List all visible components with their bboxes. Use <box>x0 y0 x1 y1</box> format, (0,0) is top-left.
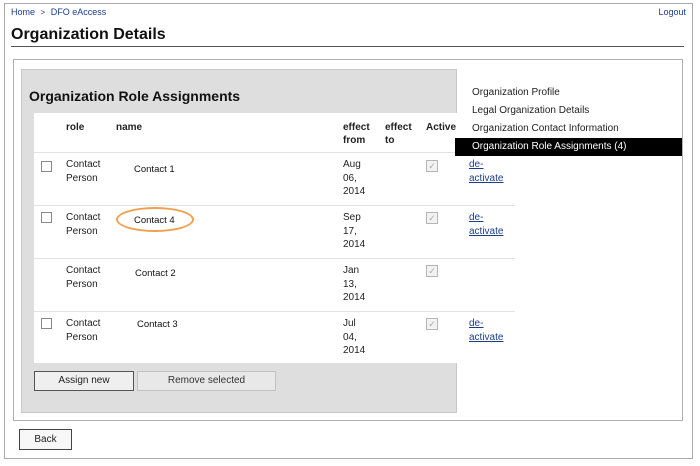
effect-from-cell: Jul 04, 2014 <box>343 318 366 356</box>
column-header-name: name <box>116 122 143 133</box>
effect-from-cell: Sep 17, 2014 <box>343 212 366 250</box>
assign-new-button[interactable]: Assign new <box>34 371 134 391</box>
name-cell: Contact 2 <box>135 268 176 279</box>
deactivate-link[interactable]: de- activate <box>469 211 503 239</box>
side-nav-organization-profile[interactable]: Organization Profile <box>455 84 682 102</box>
remove-selected-button[interactable]: Remove selected <box>137 371 276 391</box>
column-header-effect-to: effect to <box>385 122 412 146</box>
check-icon: ✓ <box>426 265 438 277</box>
chevron-right-icon: > <box>40 8 46 17</box>
row-select-checkbox[interactable] <box>41 318 52 329</box>
breadcrumb-current[interactable]: DFO eAccess <box>51 7 107 17</box>
role-cell: Contact Person <box>66 159 101 184</box>
row-divider <box>34 258 515 259</box>
row-divider <box>34 311 515 312</box>
back-button[interactable]: Back <box>19 429 72 450</box>
breadcrumb: Home > DFO eAccess <box>11 7 106 17</box>
breadcrumb-home-link[interactable]: Home <box>11 7 35 17</box>
deactivate-link[interactable]: de- activate <box>469 158 503 186</box>
row-select-checkbox[interactable] <box>41 212 52 223</box>
check-icon: ✓ <box>426 212 438 224</box>
page-title: Organization Details <box>11 26 166 43</box>
name-cell: Contact 4 <box>134 215 175 226</box>
row-divider <box>34 152 515 153</box>
name-cell: Contact 3 <box>137 319 178 330</box>
deactivate-link[interactable]: de- activate <box>469 317 503 345</box>
role-cell: Contact Person <box>66 318 101 343</box>
column-header-role: role <box>66 122 85 133</box>
check-icon: ✓ <box>426 160 438 172</box>
role-cell: Contact Person <box>66 265 101 290</box>
row-divider <box>34 205 515 206</box>
role-cell: Contact Person <box>66 212 101 237</box>
side-nav-legal-organization-details[interactable]: Legal Organization Details <box>455 102 682 120</box>
logout-link[interactable]: Logout <box>658 7 686 17</box>
side-nav-organization-contact-information[interactable]: Organization Contact Information <box>455 120 682 138</box>
check-icon: ✓ <box>426 318 438 330</box>
row-select-checkbox[interactable] <box>41 161 52 172</box>
title-divider <box>11 46 684 47</box>
side-nav-organization-role-assignments[interactable]: Organization Role Assignments (4) <box>455 138 682 156</box>
name-cell: Contact 1 <box>134 164 175 175</box>
column-header-active: Active <box>426 122 457 133</box>
effect-from-cell: Aug 06, 2014 <box>343 159 366 197</box>
section-title: Organization Role Assignments <box>29 88 241 104</box>
effect-from-cell: Jan 13, 2014 <box>343 265 366 303</box>
column-header-effect-from: effect from <box>343 122 370 146</box>
